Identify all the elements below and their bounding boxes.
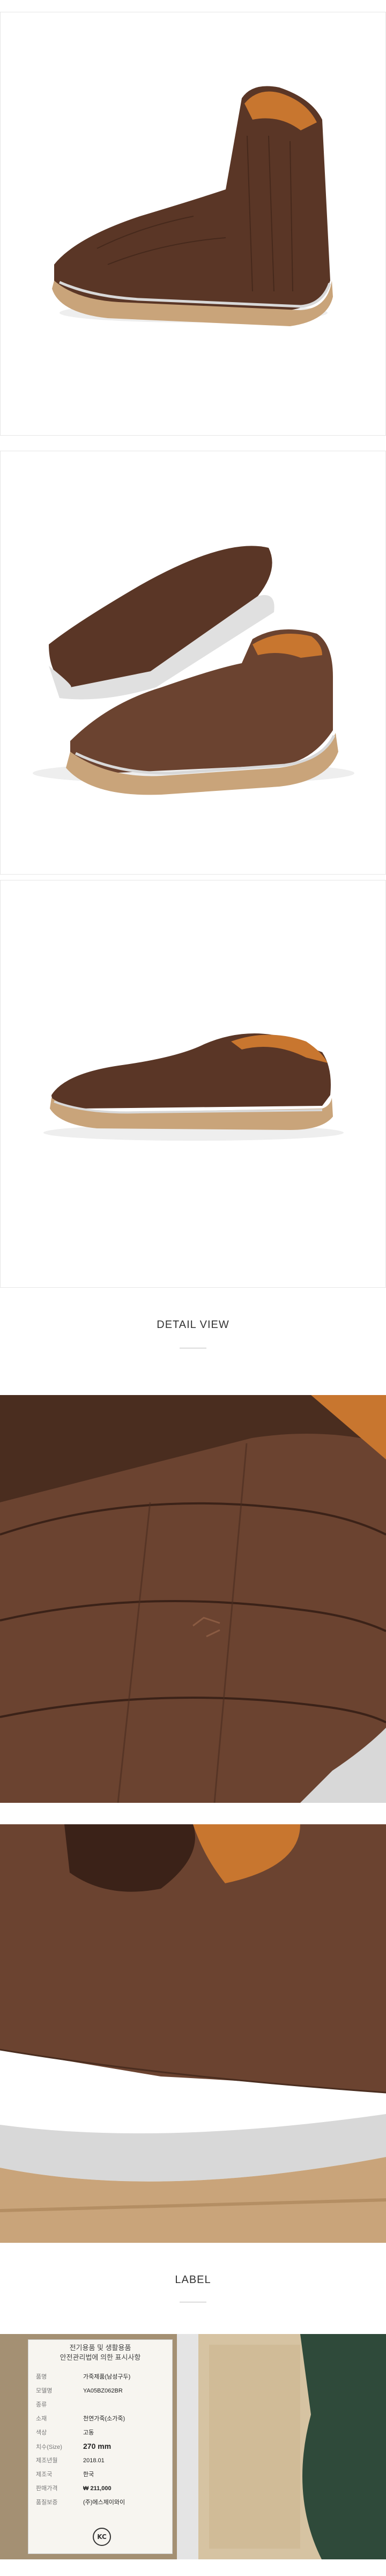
label-row: 모델명 YA05BZ062BR	[36, 2388, 123, 2394]
label-row: 치수(Size) 270 mm	[36, 2442, 112, 2450]
product-photo-1	[0, 12, 386, 436]
label-header-line-1: 전기용품 및 생활용품	[69, 2344, 131, 2352]
product-label-card: 전기용품 및 생활용품 안전관리법에 의한 표시사항 품명 가죽제품(남성구두) …	[28, 2339, 173, 2554]
label-row: 제조년월 2018.01	[36, 2457, 105, 2464]
heel-closeup-image	[0, 1824, 386, 2243]
shoe-profile-image	[43, 1033, 344, 1141]
shoe-side-view-image	[52, 86, 333, 326]
label-row: 품명 가죽제품(남성구두)	[36, 2374, 131, 2380]
shoe-pair-image	[33, 546, 354, 795]
label-header-line-2: 안전관리법에 의한 표시사항	[60, 2353, 141, 2361]
detail-photo-vamp	[0, 1395, 386, 1803]
label-row: 소재 천연가죽(소가죽)	[36, 2416, 125, 2422]
label-row: 종류	[36, 2402, 47, 2408]
product-photo-2	[0, 451, 386, 875]
product-photo-3	[0, 880, 386, 1288]
label-row: 색상 고동	[36, 2430, 94, 2436]
label-row: 판매가격 ₩ 211,000	[36, 2485, 112, 2492]
kc-certification-icon: KC	[93, 2528, 111, 2546]
leather-closeup-image	[0, 1395, 386, 1803]
label-row: 제조국 한국	[36, 2471, 94, 2478]
detail-photo-heel	[0, 1824, 386, 2243]
detail-view-heading: DETAIL VIEW	[157, 1319, 229, 1331]
label-row: 품질보증 (주)에스제이와이	[36, 2499, 125, 2506]
label-heading: LABEL	[175, 2274, 211, 2286]
